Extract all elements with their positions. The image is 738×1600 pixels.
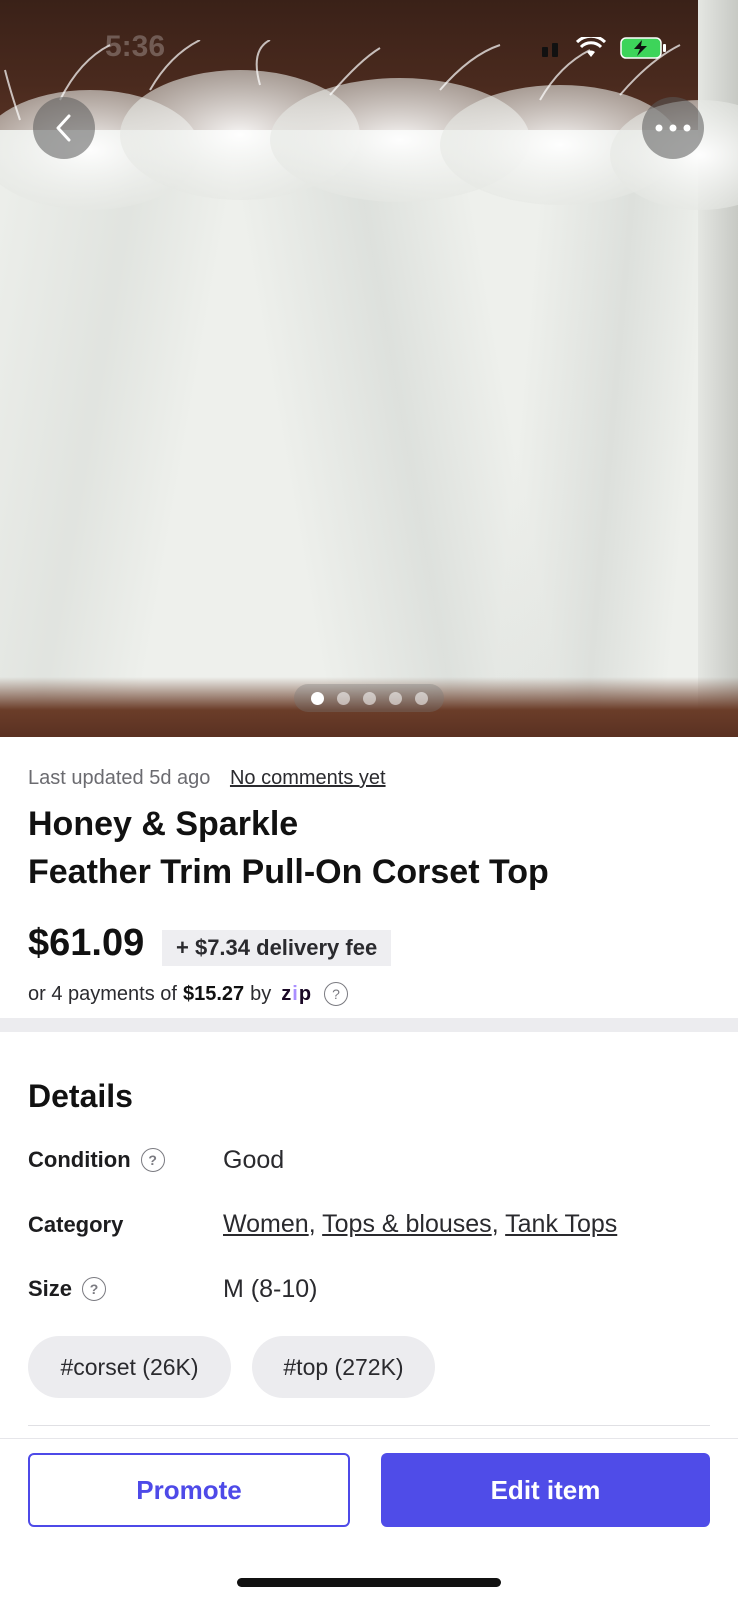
page-dot[interactable] bbox=[310, 691, 324, 705]
details-heading: Details bbox=[28, 1078, 133, 1114]
zip-logo: zip bbox=[281, 982, 313, 1005]
more-options-button[interactable] bbox=[642, 97, 704, 159]
page-dot[interactable] bbox=[388, 691, 402, 705]
category-link-tops[interactable]: Tops & blouses bbox=[322, 1210, 492, 1238]
listing-meta: Last updated 5d ago No comments yet bbox=[28, 767, 386, 790]
title-name: Feather Trim Pull-On Corset Top bbox=[28, 853, 549, 891]
action-bar-border bbox=[0, 1438, 738, 1439]
section-divider bbox=[0, 1018, 738, 1032]
details-separator bbox=[28, 1425, 710, 1426]
home-indicator[interactable] bbox=[237, 1578, 501, 1587]
condition-label: Condition bbox=[28, 1147, 131, 1172]
category-label: Category bbox=[28, 1212, 124, 1237]
page-dot[interactable] bbox=[362, 691, 376, 705]
installments-info: or 4 payments of $15.27 by zip ? bbox=[28, 982, 349, 1006]
page-dot[interactable] bbox=[414, 691, 428, 705]
gallery-pagination[interactable] bbox=[294, 684, 444, 712]
category-link-women[interactable]: Women bbox=[223, 1210, 309, 1238]
installments-by: by bbox=[250, 982, 272, 1005]
last-updated: Last updated 5d ago bbox=[28, 767, 211, 789]
price: $61.09 bbox=[28, 922, 145, 964]
size-label: Size bbox=[28, 1276, 73, 1301]
help-icon[interactable]: ? bbox=[324, 982, 349, 1006]
tag-chip[interactable]: #corset (26K) bbox=[28, 1336, 231, 1398]
listing-title: Honey & Sparkle Feather Trim Pull-On Cor… bbox=[28, 800, 549, 896]
installment-amount: $15.27 bbox=[182, 982, 245, 1005]
category-links: Women, Tops & blouses, Tank Tops bbox=[223, 1210, 618, 1238]
wifi-icon bbox=[576, 37, 606, 57]
condition-value: Good bbox=[223, 1146, 285, 1174]
edit-item-button[interactable]: Edit item bbox=[381, 1453, 710, 1527]
status-time: 5:36 bbox=[105, 30, 166, 63]
title-brand: Honey & Sparkle bbox=[28, 805, 299, 843]
category-link-tank-tops[interactable]: Tank Tops bbox=[505, 1210, 617, 1238]
more-icon bbox=[655, 124, 691, 132]
delivery-fee-badge: + $7.34 delivery fee bbox=[162, 930, 392, 966]
signal-icon bbox=[542, 43, 558, 57]
help-icon[interactable]: ? bbox=[82, 1277, 107, 1301]
size-label-row: Size ? bbox=[28, 1276, 107, 1302]
feather-trim bbox=[0, 40, 738, 210]
help-icon[interactable]: ? bbox=[140, 1148, 165, 1172]
chevron-left-icon bbox=[56, 114, 71, 142]
page-dot[interactable] bbox=[336, 691, 350, 705]
condition-label-row: Condition ? bbox=[28, 1147, 165, 1173]
product-image[interactable]: 5:36 bbox=[0, 0, 738, 737]
size-value: M (8-10) bbox=[223, 1275, 318, 1303]
status-icons bbox=[540, 36, 668, 60]
comments-link[interactable]: No comments yet bbox=[230, 767, 386, 789]
battery-icon bbox=[620, 37, 666, 59]
tag-chip[interactable]: #top (272K) bbox=[252, 1336, 435, 1398]
back-button[interactable] bbox=[33, 97, 95, 159]
promote-button[interactable]: Promote bbox=[28, 1453, 350, 1527]
installments-prefix: or 4 payments of bbox=[28, 982, 177, 1005]
